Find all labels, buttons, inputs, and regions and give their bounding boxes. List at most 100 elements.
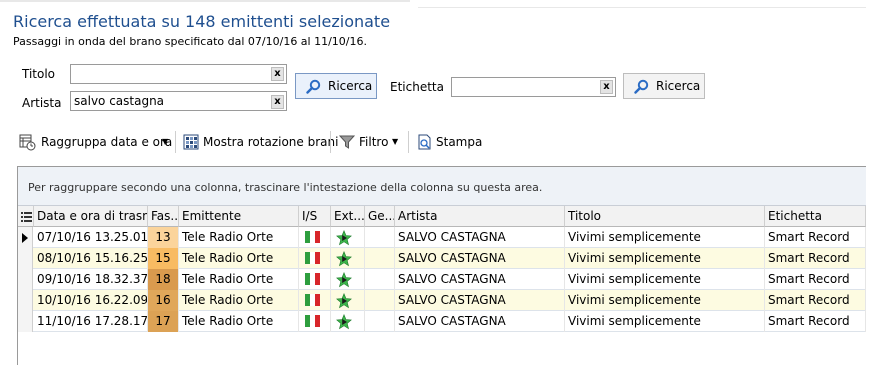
star-icon: [336, 230, 352, 246]
column-header-titolo[interactable]: Titolo: [565, 206, 765, 227]
ricerca-button-label: Ricerca: [656, 79, 701, 93]
table-row[interactable]: 10/10/16 16.22.09 16 Tele Radio Orte SALVO …: [18, 290, 866, 311]
rotation-icon: [183, 134, 199, 150]
group-icon: [19, 134, 36, 151]
cell-genere: [365, 227, 395, 248]
top-border-right: [418, 7, 866, 8]
search-icon: [634, 79, 649, 94]
column-header-fascia[interactable]: Fas...: [148, 206, 179, 227]
cell-fascia: 15: [148, 248, 179, 269]
column-chooser-button[interactable]: [18, 206, 34, 227]
star-icon: [336, 314, 352, 330]
cell-is: [299, 227, 331, 248]
titolo-label: Titolo: [22, 67, 56, 81]
chevron-down-icon: ▼: [162, 137, 169, 146]
cell-etichetta: Smart Record: [765, 311, 866, 332]
column-header-artista[interactable]: Artista: [395, 206, 565, 227]
ricerca-button-label: Ricerca: [328, 79, 373, 93]
cell-is: [299, 311, 331, 332]
titolo-input[interactable]: [70, 64, 287, 84]
table-row[interactable]: 08/10/16 15.16.25 15 Tele Radio Orte SALVO …: [18, 248, 866, 269]
italy-flag-icon: [305, 273, 321, 285]
titolo-clear-button[interactable]: x: [271, 67, 284, 81]
italy-flag-icon: [305, 231, 321, 243]
cell-emittente: Tele Radio Orte: [179, 269, 299, 290]
cell-fascia: 13: [148, 227, 179, 248]
star-icon: [336, 293, 352, 309]
column-header-ext[interactable]: Ext...: [331, 206, 365, 227]
cell-data: 11/10/16 17.28.17: [34, 311, 148, 332]
print-button[interactable]: Stampa: [417, 130, 483, 154]
cell-genere: [365, 290, 395, 311]
cell-data: 10/10/16 16.22.09: [34, 290, 148, 311]
cell-fascia: 18: [148, 269, 179, 290]
filter-icon: [339, 135, 355, 149]
cell-artista: SALVO CASTAGNA: [395, 290, 565, 311]
table-row[interactable]: 11/10/16 17.28.17 17 Tele Radio Orte SALVO …: [18, 311, 866, 332]
cell-etichetta: Smart Record: [765, 269, 866, 290]
page-title: Ricerca effettuata su 148 emittenti sele…: [13, 12, 391, 31]
cell-genere: [365, 269, 395, 290]
show-rotation-button[interactable]: Mostra rotazione brani: [183, 130, 338, 154]
artista-clear-button[interactable]: x: [271, 95, 284, 109]
top-border: [0, 0, 410, 2]
group-by-date-button[interactable]: Raggruppa data e ora ▼: [19, 130, 173, 154]
etichetta-label: Etichetta: [390, 80, 444, 94]
cell-is: [299, 269, 331, 290]
cell-titolo: Vivimi semplicemente: [565, 248, 765, 269]
table-row[interactable]: 07/10/16 13.25.01 13 Tele Radio Orte SALVO …: [18, 227, 866, 248]
cell-genere: [365, 248, 395, 269]
cell-etichetta: Smart Record: [765, 290, 866, 311]
table-row[interactable]: 09/10/16 18.32.37 18 Tele Radio Orte SALVO …: [18, 269, 866, 290]
cell-data: 08/10/16 15.16.25: [34, 248, 148, 269]
row-selector[interactable]: [18, 248, 33, 269]
star-icon: [336, 251, 352, 267]
cell-titolo: Vivimi semplicemente: [565, 290, 765, 311]
cell-emittente: Tele Radio Orte: [179, 227, 299, 248]
ricerca-button-titolo[interactable]: Ricerca: [295, 73, 377, 99]
etichetta-input[interactable]: [451, 77, 616, 97]
star-icon: [336, 272, 352, 288]
filter-label: Filtro: [359, 135, 389, 149]
cell-etichetta: Smart Record: [765, 227, 866, 248]
column-header-etichetta[interactable]: Etichetta: [765, 206, 866, 227]
row-pointer-icon: [22, 233, 28, 243]
row-selector[interactable]: [18, 227, 33, 248]
cell-emittente: Tele Radio Orte: [179, 290, 299, 311]
cell-ext: [331, 269, 365, 290]
column-header-emittente[interactable]: Emittente: [179, 206, 299, 227]
cell-artista: SALVO CASTAGNA: [395, 227, 565, 248]
italy-flag-icon: [305, 294, 321, 306]
ricerca-button-etichetta[interactable]: Ricerca: [623, 73, 705, 99]
toolbar-separator: [175, 131, 176, 153]
italy-flag-icon: [305, 252, 321, 264]
row-selector[interactable]: [18, 311, 33, 332]
cell-ext: [331, 290, 365, 311]
artista-input[interactable]: salvo castagna: [70, 91, 287, 111]
row-selector[interactable]: [18, 290, 33, 311]
cell-genere: [365, 311, 395, 332]
toolbar-separator: [408, 131, 409, 153]
etichetta-clear-button[interactable]: x: [600, 80, 613, 94]
cell-ext: [331, 227, 365, 248]
cell-ext: [331, 311, 365, 332]
cell-artista: SALVO CASTAGNA: [395, 311, 565, 332]
row-selector[interactable]: [18, 269, 33, 290]
cell-fascia: 17: [148, 311, 179, 332]
cell-titolo: Vivimi semplicemente: [565, 269, 765, 290]
cell-is: [299, 290, 331, 311]
cell-fascia: 16: [148, 290, 179, 311]
column-header-is[interactable]: I/S: [299, 206, 331, 227]
search-icon: [306, 79, 321, 94]
column-header-genere[interactable]: Ge...: [365, 206, 395, 227]
cell-is: [299, 248, 331, 269]
column-header-data[interactable]: Data e ora di trasm...: [34, 206, 148, 227]
cell-emittente: Tele Radio Orte: [179, 248, 299, 269]
cell-artista: SALVO CASTAGNA: [395, 248, 565, 269]
page-subtitle: Passaggi in onda del brano specificato d…: [13, 35, 368, 48]
group-by-date-label: Raggruppa data e ora: [41, 135, 173, 149]
print-label: Stampa: [436, 135, 483, 149]
cell-data: 09/10/16 18.32.37: [34, 269, 148, 290]
filter-button[interactable]: Filtro ▼: [339, 130, 401, 154]
cell-artista: SALVO CASTAGNA: [395, 269, 565, 290]
